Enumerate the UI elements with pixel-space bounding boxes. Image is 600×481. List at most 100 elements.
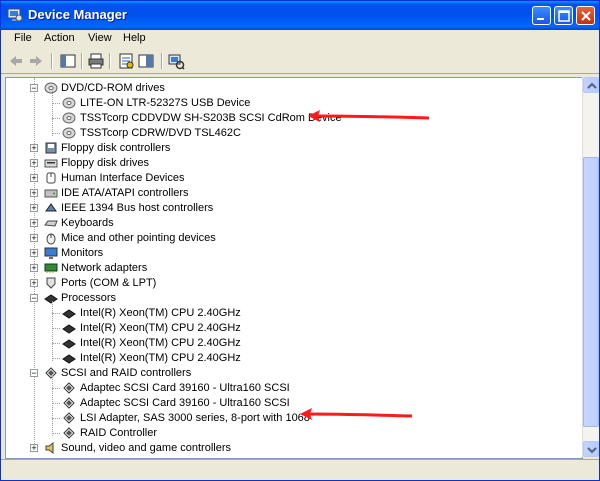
print-icon[interactable] xyxy=(87,52,105,70)
scsi-controller-icon xyxy=(63,397,75,409)
show-hide-console-tree-icon[interactable] xyxy=(59,52,77,70)
category-label: Floppy disk drives xyxy=(61,157,150,169)
expand-toggle[interactable]: + xyxy=(30,264,38,273)
tree-guide-line xyxy=(52,418,60,419)
scroll-thumb[interactable] xyxy=(583,157,599,427)
device-label: RAID Controller xyxy=(80,427,158,439)
device-manager-app-icon xyxy=(7,8,23,22)
tree-device-dvd-2[interactable]: TSSTcorp CDRW/DVD TSL462C xyxy=(6,126,566,141)
scsi-controller-icon xyxy=(45,367,57,379)
tree-device-cpu-2[interactable]: Intel(R) Xeon(TM) CPU 2.40GHz xyxy=(6,336,566,351)
toolbar-separator xyxy=(109,53,111,69)
expand-toggle[interactable]: + xyxy=(30,144,38,153)
tree-guide-line xyxy=(52,328,60,329)
tree-guide-line xyxy=(52,103,60,104)
menu-view[interactable]: View xyxy=(88,32,112,44)
tree-guide-line xyxy=(52,358,60,359)
maximize-button[interactable] xyxy=(554,6,573,25)
tree-category-floppy-controllers[interactable]: + Floppy disk controllers xyxy=(6,141,566,156)
tree-category-processors[interactable]: − Processors xyxy=(6,291,566,306)
processor-icon xyxy=(62,324,76,334)
expand-toggle[interactable]: + xyxy=(30,159,38,168)
tree-category-network[interactable]: + Network adapters xyxy=(6,261,566,276)
expand-toggle[interactable]: + xyxy=(30,204,38,213)
annotation-arrow-icon xyxy=(308,110,430,122)
processor-icon xyxy=(62,309,76,319)
expand-toggle[interactable]: + xyxy=(30,189,38,198)
menu-action[interactable]: Action xyxy=(44,32,75,44)
maximize-icon xyxy=(558,10,570,22)
tree-category-keyboards[interactable]: + Keyboards xyxy=(6,216,566,231)
tree-device-dvd-0[interactable]: LITE-ON LTR-52327S USB Device xyxy=(6,96,566,111)
chevron-down-icon xyxy=(587,447,597,454)
category-label: Ports (COM & LPT) xyxy=(61,277,157,289)
toolbar-separator xyxy=(161,53,163,69)
scroll-down-button[interactable] xyxy=(583,441,599,457)
collapse-toggle[interactable]: − xyxy=(30,84,38,93)
close-icon xyxy=(581,11,591,21)
expand-toggle[interactable]: + xyxy=(30,234,38,243)
tree-category-ide[interactable]: + IDE ATA/ATAPI controllers xyxy=(6,186,566,201)
floppy-controller-icon xyxy=(45,142,57,154)
window-title: Device Manager xyxy=(28,7,127,22)
category-label: IDE ATA/ATAPI controllers xyxy=(61,187,189,199)
floppy-drive-icon xyxy=(44,159,58,168)
tree-device-dvd-1[interactable]: TSSTcorp CDDVDW SH-S203B SCSI CdRom Devi… xyxy=(6,111,566,126)
tree-device-scsi-1[interactable]: Adaptec SCSI Card 39160 - Ultra160 SCSI xyxy=(6,396,566,411)
tree-device-scsi-2[interactable]: LSI Adapter, SAS 3000 series, 8-port wit… xyxy=(6,411,566,426)
tree-device-cpu-1[interactable]: Intel(R) Xeon(TM) CPU 2.40GHz xyxy=(6,321,566,336)
category-label: Monitors xyxy=(61,247,104,259)
properties-icon[interactable] xyxy=(117,52,135,70)
tree-category-scsi-raid[interactable]: − SCSI and RAID controllers xyxy=(6,366,566,381)
help-icon[interactable] xyxy=(137,52,155,70)
back-arrow-icon[interactable] xyxy=(7,52,25,70)
category-label: Processors xyxy=(61,292,117,304)
tree-device-scsi-3[interactable]: RAID Controller xyxy=(6,426,566,441)
expand-toggle[interactable]: + xyxy=(30,279,38,288)
category-label: DVD/CD-ROM drives xyxy=(61,82,165,94)
scsi-controller-icon xyxy=(63,382,75,394)
scroll-up-button[interactable] xyxy=(583,77,599,93)
tree-guide-line xyxy=(52,133,60,134)
tree-category-ports[interactable]: + Ports (COM & LPT) xyxy=(6,276,566,291)
category-label: Human Interface Devices xyxy=(61,172,185,184)
forward-arrow-icon[interactable] xyxy=(27,52,45,70)
vertical-scrollbar[interactable] xyxy=(582,77,599,457)
category-label: Floppy disk controllers xyxy=(61,142,171,154)
device-label: Intel(R) Xeon(TM) CPU 2.40GHz xyxy=(80,322,241,334)
network-adapter-icon xyxy=(44,263,58,273)
tree-category-dvd-drives[interactable]: − DVD/CD-ROM drives xyxy=(6,81,566,96)
tree-category-mice[interactable]: + Mice and other pointing devices xyxy=(6,231,566,246)
device-label: TSSTcorp CDDVDW SH-S203B SCSI CdRom Devi… xyxy=(80,112,342,124)
minimize-button[interactable] xyxy=(532,6,551,25)
scan-hardware-icon[interactable] xyxy=(167,52,185,70)
menu-help[interactable]: Help xyxy=(123,32,146,44)
tree-device-cpu-0[interactable]: Intel(R) Xeon(TM) CPU 2.40GHz xyxy=(6,306,566,321)
expand-toggle[interactable]: + xyxy=(30,219,38,228)
title-bar[interactable]: Device Manager xyxy=(1,1,599,30)
tree-device-scsi-0[interactable]: Adaptec SCSI Card 39160 - Ultra160 SCSI xyxy=(6,381,566,396)
device-label: Intel(R) Xeon(TM) CPU 2.40GHz xyxy=(80,337,241,349)
close-button[interactable] xyxy=(576,6,595,25)
status-bar xyxy=(1,459,599,480)
toolbar xyxy=(1,49,599,74)
expand-toggle[interactable]: + xyxy=(30,174,38,183)
device-label: LSI Adapter, SAS 3000 series, 8-port wit… xyxy=(80,412,310,424)
tree-category-floppy-drives[interactable]: + Floppy disk drives xyxy=(6,156,566,171)
tree-category-hid[interactable]: + Human Interface Devices xyxy=(6,171,566,186)
cd-drive-icon xyxy=(62,97,76,109)
expand-toggle[interactable]: + xyxy=(30,444,38,453)
tree-category-ieee1394[interactable]: + IEEE 1394 Bus host controllers xyxy=(6,201,566,216)
expand-toggle[interactable]: + xyxy=(30,249,38,258)
tree-device-cpu-3[interactable]: Intel(R) Xeon(TM) CPU 2.40GHz xyxy=(6,351,566,366)
collapse-toggle[interactable]: − xyxy=(30,369,38,378)
tree-guide-line xyxy=(52,388,60,389)
collapse-toggle[interactable]: − xyxy=(30,294,38,303)
device-tree[interactable]: − DVD/CD-ROM drives LITE-ON LTR-52327S U… xyxy=(5,77,583,459)
device-label: TSSTcorp CDRW/DVD TSL462C xyxy=(80,127,241,139)
tree-category-sound[interactable]: + Sound, video and game controllers xyxy=(6,441,566,456)
dvd-drive-icon xyxy=(44,82,58,94)
tree-category-monitors[interactable]: + Monitors xyxy=(6,246,566,261)
port-icon xyxy=(46,277,56,289)
menu-file[interactable]: File xyxy=(14,32,32,44)
